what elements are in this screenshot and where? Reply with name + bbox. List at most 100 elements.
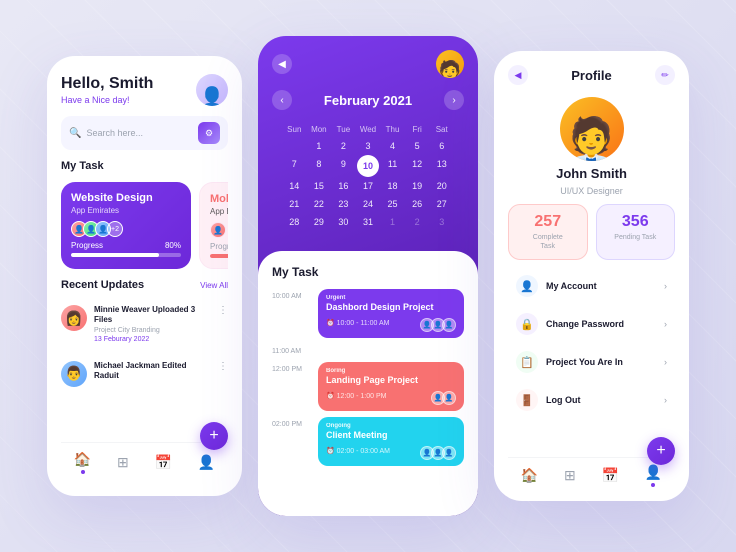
pill-title-3: Client Meeting — [326, 430, 456, 440]
time-task-3: 02:00 PM Ongoing Client Meeting ⏰ 02:00 … — [272, 417, 464, 466]
view-all-btn[interactable]: View All — [200, 281, 228, 290]
calendar-top: ◀ ‹ February 2021 › Sun Mon Tue Wed Thu … — [258, 36, 478, 243]
cal-week-1: 1 2 3 4 5 6 — [272, 137, 464, 155]
task-avatars: 👤 👤 👤 +2 — [71, 221, 181, 237]
progress-bar — [71, 253, 181, 257]
user-avatar[interactable] — [196, 74, 228, 106]
search-bar[interactable]: 🔍 Search here... ⚙ — [61, 116, 228, 150]
cal-day-5[interactable]: 5 — [405, 137, 430, 155]
time-label-2: 12:00 PM — [272, 362, 310, 374]
calendar-day-headers: Sun Mon Tue Wed Thu Fri Sat — [272, 122, 464, 137]
pill-avatars-3: 👤 👤 👤 — [420, 446, 456, 460]
cal-day-24[interactable]: 24 — [356, 195, 381, 213]
subtitle-text: Have a Nice day! — [61, 95, 153, 105]
cal-day-21[interactable]: 21 — [282, 195, 307, 213]
profile-edit-btn[interactable]: ✏ — [655, 65, 675, 85]
task-card-mobile[interactable]: Mobile App App Emir... 👤 Progress — [199, 182, 228, 269]
cal-day-22[interactable]: 22 — [307, 195, 332, 213]
profile-avatar-section: John Smith UI/UX Designer — [508, 97, 675, 196]
search-input[interactable]: Search here... — [86, 128, 193, 138]
pill-av3-3: 👤 — [442, 446, 456, 460]
calendar-nav: ‹ February 2021 › — [272, 90, 464, 110]
pill-tag-1: Urgent — [326, 295, 456, 301]
filter-button[interactable]: ⚙ — [198, 122, 220, 144]
chevron-projects: › — [664, 357, 667, 367]
cal-day-16[interactable]: 16 — [331, 177, 356, 195]
nav-home[interactable]: 🏠 — [74, 451, 91, 474]
progress-fill-mobile — [210, 254, 228, 258]
cal-day-20[interactable]: 20 — [429, 177, 454, 195]
menu-item-account[interactable]: 👤 My Account › — [508, 268, 675, 304]
nav-profile[interactable]: 👤 — [198, 454, 215, 471]
menu-item-password[interactable]: 🔒 Change Password › — [508, 306, 675, 342]
task-card-website[interactable]: Website Design App Emirates 👤 👤 👤 +2 Pro… — [61, 182, 191, 269]
fab-add-button[interactable]: + — [200, 422, 228, 450]
cal-user-avatar[interactable] — [436, 50, 464, 78]
more-options-1[interactable]: ⋮ — [218, 305, 228, 316]
recent-name-1: Minnie Weaver Uploaded 3 Files — [94, 305, 211, 326]
profile-nav-grid[interactable]: ⊞ — [564, 467, 576, 484]
profile-nav-calendar[interactable]: 📅 — [602, 467, 619, 484]
profile-back-btn[interactable]: ◀ — [508, 65, 528, 85]
time-task-11am: 11:00 AM — [272, 344, 464, 356]
projects-icon: 📋 — [516, 351, 538, 373]
cal-day-1[interactable]: 1 — [307, 137, 332, 155]
pill-avatars-2: 👤 👤 — [431, 391, 456, 405]
cal-day-31[interactable]: 31 — [356, 213, 381, 231]
recent-item-2: 👨 Michael Jackman Edited Raduit ⋮ — [61, 357, 228, 391]
menu-item-projects[interactable]: 📋 Project You Are In › — [508, 344, 675, 380]
day-header-sun: Sun — [282, 122, 307, 137]
cal-day-18[interactable]: 18 — [380, 177, 405, 195]
cal-day-17[interactable]: 17 — [356, 177, 381, 195]
profile-role: UI/UX Designer — [560, 186, 623, 196]
profile-fab-button[interactable]: + — [647, 437, 675, 465]
task-pill-1[interactable]: Urgent Dashbord Design Project ⏰ 10:00 -… — [318, 289, 464, 338]
cal-day-23[interactable]: 23 — [331, 195, 356, 213]
cal-day-30[interactable]: 30 — [331, 213, 356, 231]
nav-calendar[interactable]: 📅 — [155, 454, 172, 471]
cal-day-8[interactable]: 8 — [307, 155, 332, 177]
cal-day-29[interactable]: 29 — [307, 213, 332, 231]
profile-bottom-nav: 🏠 ⊞ 📅 👤 — [508, 457, 675, 487]
cal-day-27[interactable]: 27 — [429, 195, 454, 213]
cal-day-11[interactable]: 11 — [380, 155, 405, 177]
cal-day-nm-1[interactable]: 1 — [380, 213, 405, 231]
cal-day-nm-3[interactable]: 3 — [429, 213, 454, 231]
profile-name: John Smith — [556, 166, 627, 181]
stat-pending-label: Pending Task — [605, 233, 667, 242]
cal-day-4[interactable]: 4 — [380, 137, 405, 155]
recent-info-1: Minnie Weaver Uploaded 3 Files Project C… — [94, 305, 211, 343]
profile-nav-user[interactable]: 👤 — [645, 464, 662, 487]
more-options-2[interactable]: ⋮ — [218, 361, 228, 372]
menu-item-logout[interactable]: 🚪 Log Out › — [508, 382, 675, 418]
cal-day-2[interactable]: 2 — [331, 137, 356, 155]
stat-complete-label: CompleteTask — [517, 233, 579, 251]
profile-top-nav: ◀ Profile ✏ — [508, 65, 675, 85]
cal-back-btn[interactable]: ◀ — [272, 54, 292, 74]
cal-day-9[interactable]: 9 — [331, 155, 356, 177]
avatar-image — [196, 74, 228, 106]
cal-day-26[interactable]: 26 — [405, 195, 430, 213]
cal-day-15[interactable]: 15 — [307, 177, 332, 195]
cal-day-13[interactable]: 13 — [429, 155, 454, 177]
profile-nav-home[interactable]: 🏠 — [521, 467, 538, 484]
nav-grid[interactable]: ⊞ — [117, 454, 129, 471]
cal-day-nm-2[interactable]: 2 — [405, 213, 430, 231]
password-icon: 🔒 — [516, 313, 538, 335]
task-pill-2[interactable]: Boring Landing Page Project ⏰ 12:00 - 1:… — [318, 362, 464, 411]
pill-title-2: Landing Page Project — [326, 375, 456, 385]
cal-day-12[interactable]: 12 — [405, 155, 430, 177]
cal-day-3[interactable]: 3 — [356, 137, 381, 155]
cal-day-19[interactable]: 19 — [405, 177, 430, 195]
cal-prev-month[interactable]: ‹ — [272, 90, 292, 110]
cal-day-7[interactable]: 7 — [282, 155, 307, 177]
cal-day-6[interactable]: 6 — [429, 137, 454, 155]
cal-day-25[interactable]: 25 — [380, 195, 405, 213]
task-pill-3[interactable]: Ongoing Client Meeting ⏰ 02:00 - 03:00 A… — [318, 417, 464, 466]
recent-project-1: Project City Branding — [94, 327, 211, 334]
cal-day-10-today[interactable]: 10 — [357, 155, 379, 177]
cal-day-28[interactable]: 28 — [282, 213, 307, 231]
cal-next-month[interactable]: › — [444, 90, 464, 110]
card-calendar: ◀ ‹ February 2021 › Sun Mon Tue Wed Thu … — [258, 36, 478, 516]
cal-day-14[interactable]: 14 — [282, 177, 307, 195]
